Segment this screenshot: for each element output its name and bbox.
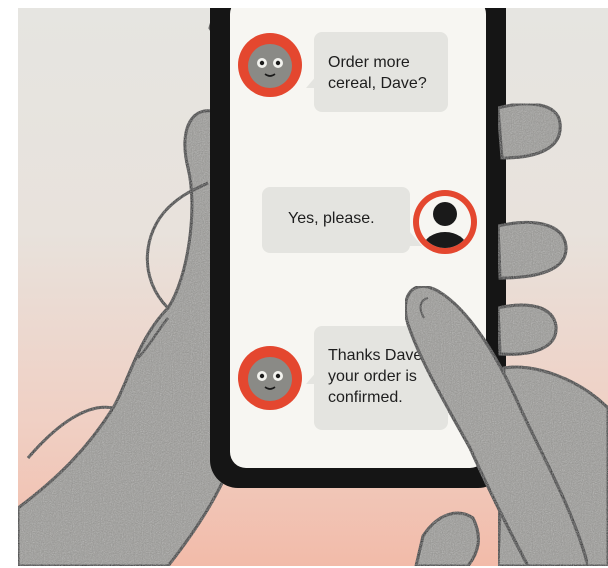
illustration-scene: Order more cereal, Dave? Yes, please. Th…	[18, 8, 608, 566]
message-line: cereal, Dave?	[328, 75, 427, 92]
message-line: confirmed.	[328, 389, 403, 406]
message-line: your order is	[328, 368, 417, 385]
message-line: Thanks Dave,	[328, 347, 427, 364]
message-bubble-bot: Order more cereal, Dave?	[314, 32, 448, 112]
message-bubble-user: Yes, please.	[262, 187, 410, 253]
left-hand	[18, 8, 234, 566]
message-bubble-bot: Thanks Dave, your order is confirmed.	[314, 326, 448, 430]
bubble-tail	[410, 232, 422, 246]
message-line: Yes, please.	[288, 210, 375, 227]
bot-avatar	[238, 346, 302, 410]
hands-phone-illustration	[18, 8, 608, 566]
message-line: Order more	[328, 54, 410, 71]
bot-avatar	[238, 33, 302, 97]
